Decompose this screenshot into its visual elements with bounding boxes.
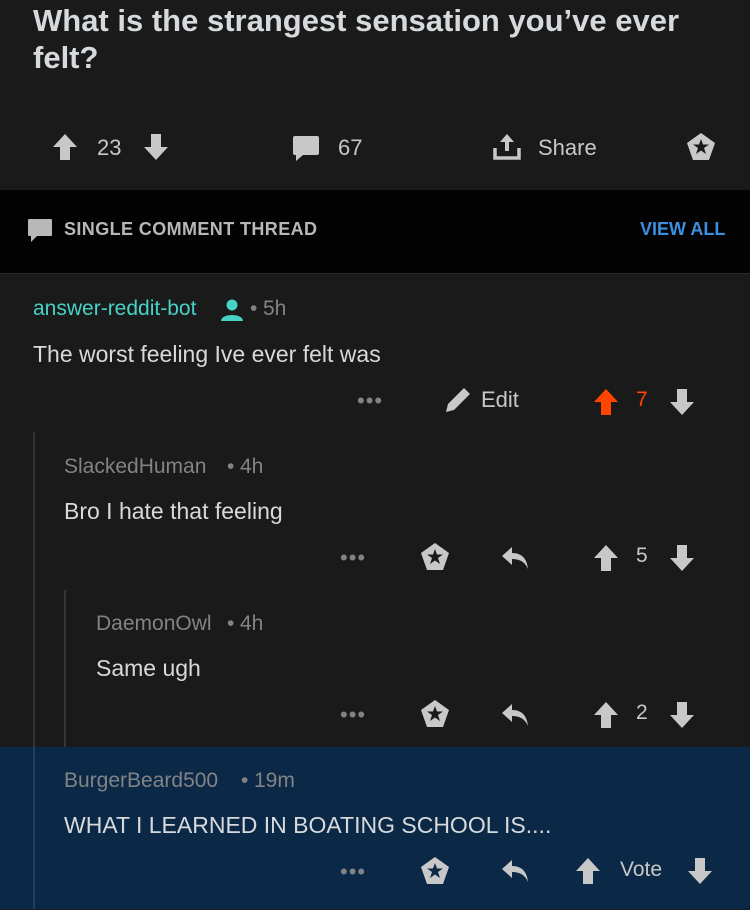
award-icon (687, 133, 715, 160)
comment-author[interactable]: answer-reddit-bot (33, 297, 196, 320)
downvote-button[interactable] (669, 544, 695, 572)
comment-age: 4h (240, 612, 264, 635)
downvote-button[interactable] (687, 857, 713, 885)
comment-author[interactable]: SlackedHuman (64, 455, 206, 479)
upvote-button[interactable] (593, 544, 619, 572)
more-options-button[interactable]: ••• (357, 388, 383, 414)
post-title: What is the strangest sensation you’ve e… (33, 3, 680, 75)
reply-icon (502, 547, 528, 569)
award-icon (421, 700, 449, 727)
arrow-up-icon (594, 702, 618, 728)
upvote-button[interactable] (575, 857, 601, 885)
view-all-link[interactable]: VIEW ALL (640, 219, 725, 240)
arrow-up-icon (576, 858, 600, 884)
edit-button[interactable]: Edit (481, 387, 519, 413)
award-icon (421, 543, 449, 570)
award-icon (421, 857, 449, 884)
post-downvote-button[interactable] (143, 133, 169, 161)
downvote-button[interactable] (669, 701, 695, 729)
comment-age: 19m (254, 769, 295, 792)
arrow-down-icon (670, 389, 694, 415)
arrow-down-icon (670, 545, 694, 571)
user-icon (220, 298, 244, 322)
more-options-button[interactable]: ••• (340, 859, 366, 885)
reply-button[interactable] (500, 545, 530, 571)
reply-icon (502, 860, 528, 882)
reply-button[interactable] (500, 702, 530, 728)
share-icon (493, 134, 521, 160)
thread-line (33, 747, 35, 909)
thread-line (33, 432, 35, 747)
comment: answer-reddit-bot (33, 297, 723, 321)
arrow-down-icon (688, 858, 712, 884)
arrow-down-icon (670, 702, 694, 728)
vote-label: Vote (620, 858, 663, 881)
pencil-icon[interactable] (444, 386, 472, 414)
more-options-button[interactable]: ••• (340, 702, 366, 728)
upvote-button[interactable] (593, 388, 619, 416)
comment-body: WHAT I LEARNED IN BOATING SCHOOL IS.... (64, 812, 552, 838)
comment-icon (293, 136, 319, 161)
comment-author[interactable]: DaemonOwl (96, 612, 212, 636)
separator: • (241, 769, 249, 792)
more-options-button[interactable]: ••• (340, 545, 366, 571)
arrow-down-icon (144, 134, 168, 160)
comment-author[interactable]: BurgerBeard500 (64, 769, 218, 793)
vote-count: 7 (636, 388, 648, 411)
post-award-button[interactable] (685, 132, 717, 162)
post-share-button[interactable] (492, 132, 522, 162)
vote-count: 5 (636, 544, 648, 567)
arrow-up-icon (594, 389, 618, 415)
post-vote-count: 23 (97, 135, 122, 160)
arrow-up-icon (53, 134, 77, 160)
award-button[interactable] (419, 542, 451, 572)
comment-body: The worst feeling Ive ever felt was (33, 341, 381, 367)
separator: • (227, 612, 235, 635)
comment-body: Bro I hate that feeling (64, 498, 283, 524)
comment-body: Same ugh (96, 655, 201, 681)
downvote-button[interactable] (669, 388, 695, 416)
thread-line (64, 590, 66, 747)
share-label: Share (538, 135, 597, 160)
comment-bubble-icon (27, 218, 53, 244)
post-comment-count: 67 (338, 135, 363, 160)
comment-age: 5h (263, 297, 287, 320)
comment-age: 4h (240, 455, 264, 478)
upvote-button[interactable] (593, 701, 619, 729)
post-upvote-button[interactable] (52, 133, 78, 161)
award-button[interactable] (419, 699, 451, 729)
arrow-up-icon (594, 545, 618, 571)
single-thread-label: SINGLE COMMENT THREAD (64, 219, 318, 239)
separator: • (250, 297, 258, 320)
post-comments-button[interactable] (292, 134, 320, 162)
separator: • (227, 455, 235, 478)
vote-count: 2 (636, 701, 648, 724)
reply-icon (502, 704, 528, 726)
award-button[interactable] (419, 856, 451, 886)
reply-button[interactable] (500, 858, 530, 884)
